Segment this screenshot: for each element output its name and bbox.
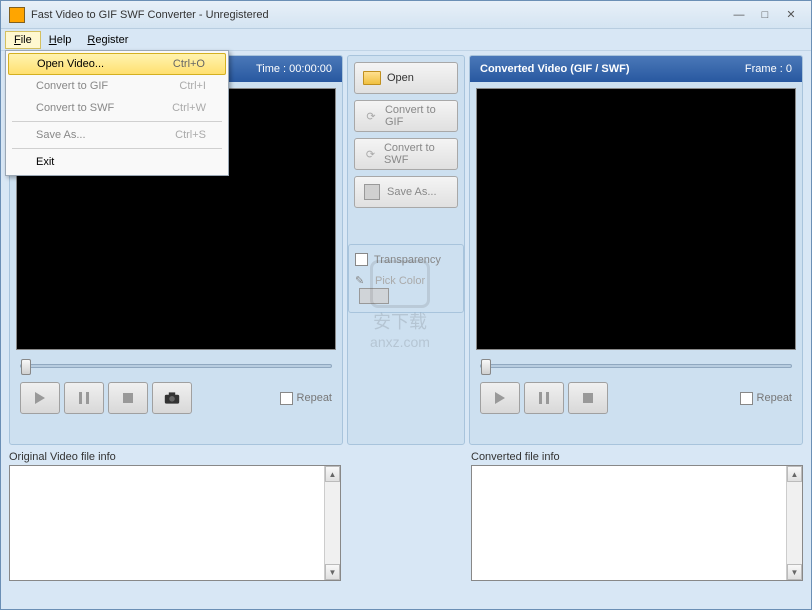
window-title: Fast Video to GIF SWF Converter - Unregi… <box>31 9 725 21</box>
center-panel: Open ⟳ Convert to GIF ⟳ Convert to SWF S… <box>347 55 465 445</box>
original-time: Time : 00:00:00 <box>256 63 332 75</box>
menu-separator <box>12 121 222 122</box>
menu-separator <box>12 148 222 149</box>
titlebar[interactable]: Fast Video to GIF SWF Converter - Unregi… <box>1 1 811 29</box>
scrollbar[interactable]: ▲ ▼ <box>324 466 340 580</box>
scroll-up-icon[interactable]: ▲ <box>325 466 340 482</box>
original-slider-row <box>10 356 342 376</box>
menu-file[interactable]: File <box>5 31 41 49</box>
convert-icon: ⟳ <box>363 108 379 124</box>
convert-swf-button: ⟳ Convert to SWF <box>354 138 458 170</box>
menu-exit[interactable]: Exit <box>8 151 226 173</box>
converted-controls: Repeat <box>470 376 802 420</box>
play-button[interactable] <box>480 382 520 414</box>
eyedropper-icon: ✎ <box>355 274 369 288</box>
converted-info-box[interactable]: ▲ ▼ <box>471 465 803 581</box>
minimize-button[interactable]: — <box>727 7 751 23</box>
close-button[interactable]: ✕ <box>779 7 803 23</box>
menubar: File Help Register Open Video... Ctrl+O … <box>1 29 811 51</box>
stop-button[interactable] <box>568 382 608 414</box>
converted-title: Converted Video (GIF / SWF) <box>480 63 745 75</box>
pick-color-option: ✎ Pick Color <box>355 274 457 288</box>
color-swatch[interactable] <box>359 288 389 304</box>
pause-button[interactable] <box>64 382 104 414</box>
converted-repeat[interactable]: Repeat <box>740 392 792 405</box>
app-window: Fast Video to GIF SWF Converter - Unregi… <box>0 0 812 610</box>
menu-open-video[interactable]: Open Video... Ctrl+O <box>8 53 226 75</box>
info-row: Original Video file info ▲ ▼ Converted f… <box>9 451 803 581</box>
folder-icon <box>363 70 381 86</box>
scroll-up-icon[interactable]: ▲ <box>787 466 802 482</box>
menu-convert-gif: Convert to GIF Ctrl+I <box>8 75 226 97</box>
original-controls: Repeat <box>10 376 342 420</box>
converted-video-display <box>476 88 796 350</box>
scrollbar[interactable]: ▲ ▼ <box>786 466 802 580</box>
maximize-button[interactable]: □ <box>753 7 777 23</box>
open-button[interactable]: Open <box>354 62 458 94</box>
scroll-down-icon[interactable]: ▼ <box>787 564 802 580</box>
transparency-checkbox[interactable] <box>355 253 368 266</box>
converted-info-col: Converted file info ▲ ▼ <box>471 451 803 581</box>
original-info-box[interactable]: ▲ ▼ <box>9 465 341 581</box>
menu-help[interactable]: Help <box>41 32 80 48</box>
app-icon <box>9 7 25 23</box>
repeat-checkbox[interactable] <box>740 392 753 405</box>
scroll-down-icon[interactable]: ▼ <box>325 564 340 580</box>
convert-icon: ⟳ <box>363 146 378 162</box>
convert-gif-button: ⟳ Convert to GIF <box>354 100 458 132</box>
converted-panel-header: Converted Video (GIF / SWF) Frame : 0 <box>470 56 802 82</box>
menu-convert-swf: Convert to SWF Ctrl+W <box>8 97 226 119</box>
original-info-col: Original Video file info ▲ ▼ <box>9 451 341 581</box>
stop-button[interactable] <box>108 382 148 414</box>
original-repeat[interactable]: Repeat <box>280 392 332 405</box>
transparency-option[interactable]: Transparency <box>355 253 457 266</box>
converted-info-label: Converted file info <box>471 451 803 463</box>
transparency-panel: Transparency ✎ Pick Color <box>348 244 464 313</box>
converted-frame: Frame : 0 <box>745 63 792 75</box>
slider-thumb[interactable] <box>481 359 491 375</box>
slider-thumb[interactable] <box>21 359 31 375</box>
pause-button[interactable] <box>524 382 564 414</box>
converted-video-panel: Converted Video (GIF / SWF) Frame : 0 Re… <box>469 55 803 445</box>
play-button[interactable] <box>20 382 60 414</box>
converted-seek-slider[interactable] <box>480 364 792 368</box>
menu-save-as: Save As... Ctrl+S <box>8 124 226 146</box>
file-dropdown: Open Video... Ctrl+O Convert to GIF Ctrl… <box>5 50 229 176</box>
original-info-label: Original Video file info <box>9 451 341 463</box>
save-icon <box>363 184 381 200</box>
repeat-checkbox[interactable] <box>280 392 293 405</box>
snapshot-button[interactable] <box>152 382 192 414</box>
converted-slider-row <box>470 356 802 376</box>
menu-register[interactable]: Register <box>79 32 136 48</box>
original-seek-slider[interactable] <box>20 364 332 368</box>
save-as-button: Save As... <box>354 176 458 208</box>
